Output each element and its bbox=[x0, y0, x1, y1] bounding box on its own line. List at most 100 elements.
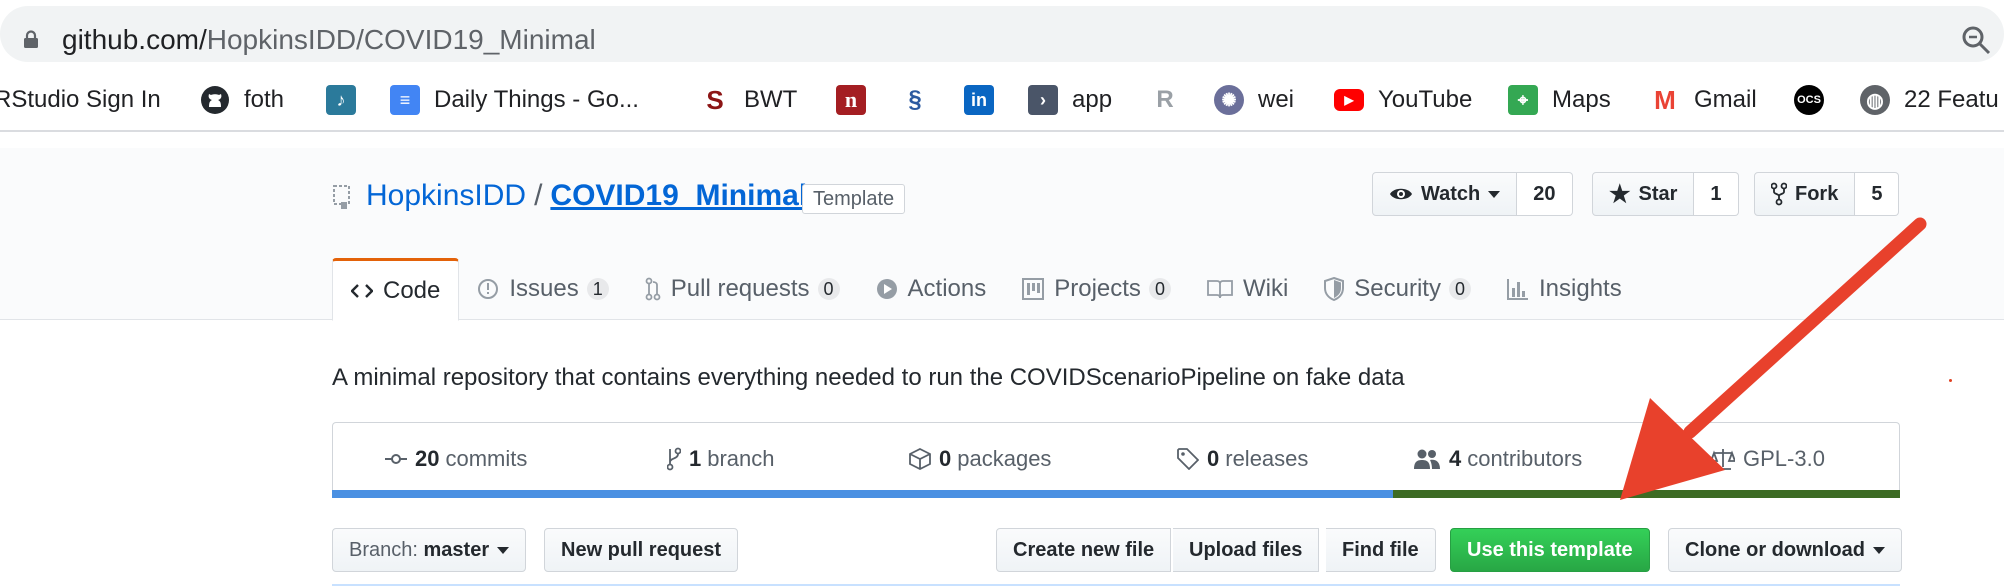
tab-label: Actions bbox=[907, 275, 987, 302]
bookmark-r[interactable]: R bbox=[1150, 68, 1194, 132]
pull-request-icon bbox=[645, 277, 661, 301]
branch-select-button[interactable]: Branch: master bbox=[332, 528, 527, 572]
zoom-icon[interactable] bbox=[1960, 24, 1992, 56]
branch-name: master bbox=[423, 538, 490, 561]
graph-icon bbox=[1507, 279, 1528, 300]
releases-link[interactable]: 0 releases bbox=[1177, 423, 1308, 495]
bookmark-22-features[interactable]: ◍ 22 Featu bbox=[1860, 68, 1999, 132]
maps-icon: ⌖ bbox=[1508, 85, 1538, 115]
repo-title: HopkinsIDD / COVID19_Minimal bbox=[366, 176, 807, 216]
bookmark-wei[interactable]: ✺ wei bbox=[1214, 68, 1294, 132]
watch-button[interactable]: Watch bbox=[1372, 172, 1518, 216]
fork-group: Fork 5 bbox=[1754, 172, 1900, 216]
fork-icon bbox=[1771, 182, 1787, 206]
tab-security[interactable]: Security 0 bbox=[1306, 258, 1489, 320]
law-icon bbox=[1711, 449, 1735, 470]
tab-counter: 0 bbox=[1148, 278, 1171, 300]
repo-name-link[interactable]: COVID19_Minimal bbox=[550, 179, 807, 212]
packages-link[interactable]: 0 packages bbox=[909, 423, 1051, 495]
bookmark-foth[interactable]: foth bbox=[200, 68, 284, 132]
license-link[interactable]: GPL-3.0 bbox=[1711, 423, 1825, 495]
bookmark-label: RStudio Sign In bbox=[0, 86, 161, 113]
tab-label: Code bbox=[383, 276, 441, 304]
new-pull-request-button[interactable]: New pull request bbox=[544, 528, 739, 572]
code-icon bbox=[351, 283, 373, 298]
repo-tabs: Code Issues 1 Pull requests 0 Actions Pr… bbox=[332, 258, 1640, 321]
bookmark-linkedin[interactable]: in bbox=[964, 68, 1008, 132]
upload-files-button[interactable]: Upload files bbox=[1173, 528, 1320, 572]
tab-label: Projects bbox=[1054, 275, 1141, 302]
linkedin-icon: in bbox=[964, 85, 994, 115]
find-file-button[interactable]: Find file bbox=[1326, 528, 1436, 572]
tab-label: Security bbox=[1354, 275, 1441, 302]
repo-header: HopkinsIDD / COVID19_Minimal Template Watc… bbox=[0, 148, 2004, 321]
create-new-file-button[interactable]: Create new file bbox=[996, 528, 1172, 572]
tab-counter: 0 bbox=[817, 278, 840, 300]
file-navigation: Branch: master New pull request Create n… bbox=[332, 528, 1902, 572]
language-bar-segment-1 bbox=[332, 490, 1393, 498]
chevron-down-icon bbox=[1873, 546, 1885, 554]
tab-code[interactable]: Code bbox=[332, 258, 460, 321]
tab-actions[interactable]: Actions bbox=[858, 258, 1005, 320]
tab-label: Insights bbox=[1539, 275, 1622, 302]
chevron-down-icon bbox=[497, 546, 510, 554]
bookmark-label: app bbox=[1072, 86, 1113, 113]
n-icon: n bbox=[836, 85, 866, 115]
bookmark-ocs[interactable]: OCS bbox=[1794, 68, 1838, 132]
lock-icon bbox=[24, 30, 38, 48]
bookmark-gmail[interactable]: M Gmail bbox=[1650, 68, 1757, 132]
language-bar[interactable] bbox=[332, 490, 1900, 498]
contributors-link[interactable]: 4 contributors bbox=[1413, 423, 1582, 495]
fork-count[interactable]: 5 bbox=[1855, 172, 1900, 216]
github-icon bbox=[200, 85, 230, 115]
bookmark-bwt[interactable]: S BWT bbox=[700, 68, 797, 132]
watch-group: Watch 20 bbox=[1372, 172, 1573, 216]
tab-projects[interactable]: Projects 0 bbox=[1004, 258, 1189, 320]
globe-icon: ◍ bbox=[1860, 85, 1890, 115]
tab-issues[interactable]: Issues 1 bbox=[459, 258, 626, 320]
dna-icon: § bbox=[900, 85, 930, 115]
bookmark-label: Daily Things - Go... bbox=[434, 86, 639, 113]
package-icon bbox=[909, 448, 931, 470]
bookmark-rstudio[interactable]: RStudio Sign In bbox=[0, 68, 161, 132]
tab-insights[interactable]: Insights bbox=[1489, 258, 1640, 320]
template-badge: Template bbox=[802, 184, 906, 214]
watch-count[interactable]: 20 bbox=[1517, 172, 1573, 216]
clone-or-download-button[interactable]: Clone or download bbox=[1668, 528, 1902, 572]
clone-label: Clone or download bbox=[1685, 538, 1865, 561]
bookmark-music[interactable]: ♪ bbox=[326, 68, 370, 132]
bookmark-label: YouTube bbox=[1378, 86, 1473, 113]
fork-label: Fork bbox=[1795, 182, 1839, 205]
commits-link[interactable]: 20 commits bbox=[385, 423, 527, 495]
chevron-down-icon bbox=[1488, 190, 1501, 198]
bookmark-label: wei bbox=[1258, 86, 1295, 113]
repo-owner-link[interactable]: HopkinsIDD bbox=[366, 179, 526, 212]
language-bar-segment-2 bbox=[1393, 490, 1900, 498]
commit-icon bbox=[385, 454, 407, 464]
bookmark-n[interactable]: n bbox=[836, 68, 880, 132]
repo-template-icon bbox=[333, 185, 350, 209]
r-icon: R bbox=[1150, 85, 1180, 115]
tab-wiki[interactable]: Wiki bbox=[1189, 258, 1306, 320]
url-field[interactable]: github.com/HopkinsIDD/COVID19_Minimal bbox=[0, 6, 2004, 62]
star-icon: ★ bbox=[1609, 180, 1631, 208]
bookmark-app[interactable]: › app bbox=[1028, 68, 1112, 132]
youtube-icon: ▶ bbox=[1334, 89, 1364, 111]
bookmark-youtube[interactable]: ▶ YouTube bbox=[1334, 68, 1472, 132]
star-count[interactable]: 1 bbox=[1694, 172, 1739, 216]
tab-pull-requests[interactable]: Pull requests 0 bbox=[627, 258, 858, 320]
numbers-summary: 20 commits 1 branch 0 packages 0 releases 4c… bbox=[332, 422, 1900, 498]
branches-link[interactable]: 1 branch bbox=[667, 423, 775, 495]
repo-description: A minimal repository that contains every… bbox=[332, 364, 1405, 391]
docs-icon: ≡ bbox=[390, 85, 420, 115]
bookmark-maps[interactable]: ⌖ Maps bbox=[1508, 68, 1611, 132]
bookmark-dna[interactable]: § bbox=[900, 68, 944, 132]
fork-button[interactable]: Fork bbox=[1754, 172, 1856, 216]
browser-address-bar: github.com/HopkinsIDD/COVID19_Minimal bbox=[0, 0, 2004, 68]
bookmark-daily-things[interactable]: ≡ Daily Things - Go... bbox=[390, 68, 639, 132]
tab-counter: 0 bbox=[1448, 278, 1471, 300]
use-this-template-button[interactable]: Use this template bbox=[1450, 528, 1650, 572]
stanford-icon: S bbox=[700, 85, 730, 115]
star-button[interactable]: ★ Star bbox=[1592, 172, 1695, 216]
bookmark-label: BWT bbox=[744, 86, 798, 113]
